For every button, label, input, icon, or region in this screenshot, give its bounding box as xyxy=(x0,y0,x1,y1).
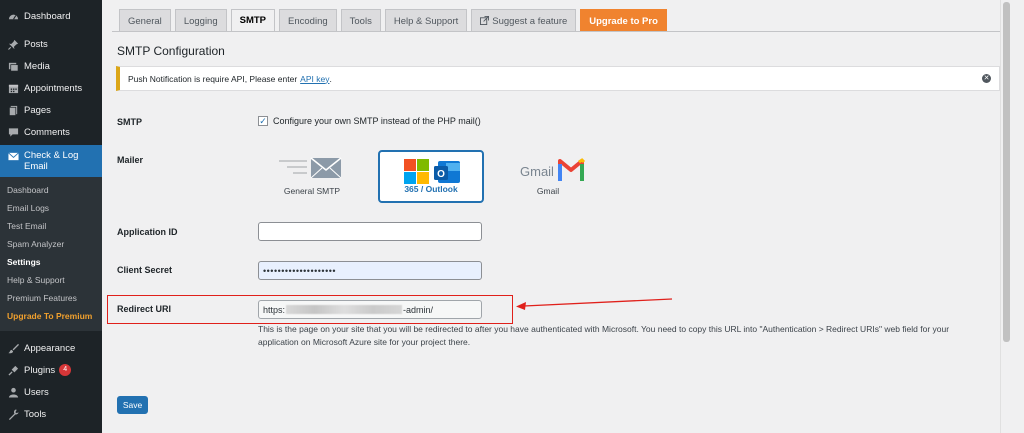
sidebar-item-comments[interactable]: Comments xyxy=(0,121,102,143)
sidebar-item-appointments[interactable]: Appointments xyxy=(0,77,102,99)
mailer-option-label: General SMTP xyxy=(283,186,341,196)
gmail-wordmark: Gmail xyxy=(520,164,554,179)
sidebar-item-label: Appearance xyxy=(24,342,76,354)
submenu-item-premium-features[interactable]: Premium Features xyxy=(0,289,102,307)
smtp-checkbox-row: ✓ Configure your own SMTP instead of the… xyxy=(258,116,481,126)
brush-icon xyxy=(7,342,19,354)
tabs-divider xyxy=(112,31,1002,32)
application-id-label: Application ID xyxy=(117,227,178,237)
sidebar-item-label: Media xyxy=(24,60,50,72)
client-secret-input[interactable]: •••••••••••••••••••• xyxy=(258,261,482,280)
annotation-arrow-icon xyxy=(516,298,673,310)
redirect-uri-label: Redirect URI xyxy=(117,304,172,314)
submenu-item-email-logs[interactable]: Email Logs xyxy=(0,199,102,217)
sidebar-item-label: Comments xyxy=(24,126,70,138)
mailer-label: Mailer xyxy=(117,155,144,165)
sidebar-item-label: Appointments xyxy=(24,82,83,94)
general-smtp-logo xyxy=(259,156,365,180)
redirect-uri-suffix: -admin/ xyxy=(403,304,434,315)
microsoft-logo-icon xyxy=(404,159,429,184)
outlook-logo: O xyxy=(380,158,482,186)
dismiss-notice-icon[interactable]: ✕ xyxy=(982,74,991,83)
settings-tabs: General Logging SMTP Encoding Tools Help… xyxy=(119,9,671,32)
sidebar-item-tools[interactable]: Tools xyxy=(0,403,102,425)
save-button[interactable]: Save xyxy=(117,396,148,414)
submenu-item-spam-analyzer[interactable]: Spam Analyzer xyxy=(0,235,102,253)
admin-sidebar: Dashboard Posts Media Appointments Pages… xyxy=(0,0,102,433)
sidebar-item-check-log-email[interactable]: Check & Log Email xyxy=(0,145,102,177)
sidebar-item-plugins[interactable]: Plugins 4 xyxy=(0,359,102,381)
sidebar-item-label: Pages xyxy=(24,104,51,116)
sidebar-submenu: Dashboard Email Logs Test Email Spam Ana… xyxy=(0,177,102,331)
sidebar-item-label: Posts xyxy=(24,38,48,50)
tab-upgrade-pro[interactable]: Upgrade to Pro xyxy=(580,9,667,32)
redirect-uri-help: This is the page on your site that you w… xyxy=(258,324,950,347)
api-key-notice: Push Notification is require API, Please… xyxy=(116,66,1000,91)
gmail-logo: Gmail xyxy=(495,156,601,184)
sidebar-item-appearance[interactable]: Appearance xyxy=(0,337,102,359)
sidebar-item-label: Tools xyxy=(24,408,47,420)
mailer-option-gmail[interactable]: Gmail Gmail xyxy=(495,150,601,203)
scrollbar-thumb[interactable] xyxy=(1003,2,1010,342)
tab-label: Suggest a feature xyxy=(492,15,568,27)
sidebar-item-label: Plugins xyxy=(24,364,56,376)
tab-general[interactable]: General xyxy=(119,9,171,32)
mailer-option-label: Gmail xyxy=(536,186,560,196)
client-secret-value: •••••••••••••••••••• xyxy=(263,265,337,276)
page-title: SMTP Configuration xyxy=(117,44,225,58)
plugin-icon xyxy=(7,364,19,376)
calendar-icon xyxy=(7,82,19,94)
update-count-badge: 4 xyxy=(59,364,72,376)
submenu-item-upgrade-premium[interactable]: Upgrade To Premium xyxy=(0,307,102,325)
smtp-checkbox-label: Configure your own SMTP instead of the P… xyxy=(273,116,481,126)
notice-text: Push Notification is require API, Please… xyxy=(128,73,298,84)
client-secret-label: Client Secret xyxy=(117,265,173,275)
smtp-checkbox[interactable]: ✓ xyxy=(258,116,268,126)
pages-icon xyxy=(7,104,19,116)
submenu-item-settings[interactable]: Settings xyxy=(0,253,102,271)
submenu-item-dashboard[interactable]: Dashboard xyxy=(0,181,102,199)
main-content: General Logging SMTP Encoding Tools Help… xyxy=(102,0,1012,433)
sidebar-item-label: Dashboard xyxy=(24,10,71,22)
media-icon xyxy=(7,60,19,72)
sidebar-item-media[interactable]: Media xyxy=(0,55,102,77)
redirect-uri-prefix: https: xyxy=(263,304,286,315)
redacted-url-segment xyxy=(286,305,403,314)
sidebar-item-posts[interactable]: Posts xyxy=(0,33,102,55)
dashboard-icon xyxy=(7,10,19,22)
application-id-input[interactable] xyxy=(258,222,482,241)
mailer-option-general-smtp[interactable]: General SMTP xyxy=(259,150,365,203)
mailer-option-outlook[interactable]: O 365 / Outlook xyxy=(378,150,484,203)
tab-logging[interactable]: Logging xyxy=(174,9,227,32)
tab-smtp[interactable]: SMTP xyxy=(230,9,276,32)
tab-help-support[interactable]: Help & Support xyxy=(384,9,468,32)
smtp-label: SMTP xyxy=(117,117,143,127)
comment-icon xyxy=(7,126,19,138)
email-icon xyxy=(7,150,19,162)
tab-tools[interactable]: Tools xyxy=(340,9,381,32)
sidebar-item-label: Users xyxy=(24,386,49,398)
page-scrollbar[interactable] xyxy=(1000,0,1012,433)
tab-encoding[interactable]: Encoding xyxy=(279,9,337,32)
api-key-link[interactable]: API key xyxy=(300,74,329,84)
redirect-uri-input[interactable]: https: -admin/ xyxy=(258,300,482,319)
external-link-icon xyxy=(480,15,490,27)
sidebar-item-users[interactable]: Users xyxy=(0,381,102,403)
wrench-icon xyxy=(7,408,19,420)
sidebar-item-label: Check & Log Email xyxy=(24,150,79,172)
svg-text:O: O xyxy=(437,169,445,180)
pin-icon xyxy=(7,38,19,50)
tab-suggest-feature[interactable]: Suggest a feature xyxy=(471,9,577,32)
submenu-item-test-email[interactable]: Test Email xyxy=(0,217,102,235)
sidebar-item-dashboard[interactable]: Dashboard xyxy=(0,5,102,27)
notice-suffix: . xyxy=(329,73,332,84)
sidebar-item-pages[interactable]: Pages xyxy=(0,99,102,121)
users-icon xyxy=(7,386,19,398)
submenu-item-help-support[interactable]: Help & Support xyxy=(0,271,102,289)
